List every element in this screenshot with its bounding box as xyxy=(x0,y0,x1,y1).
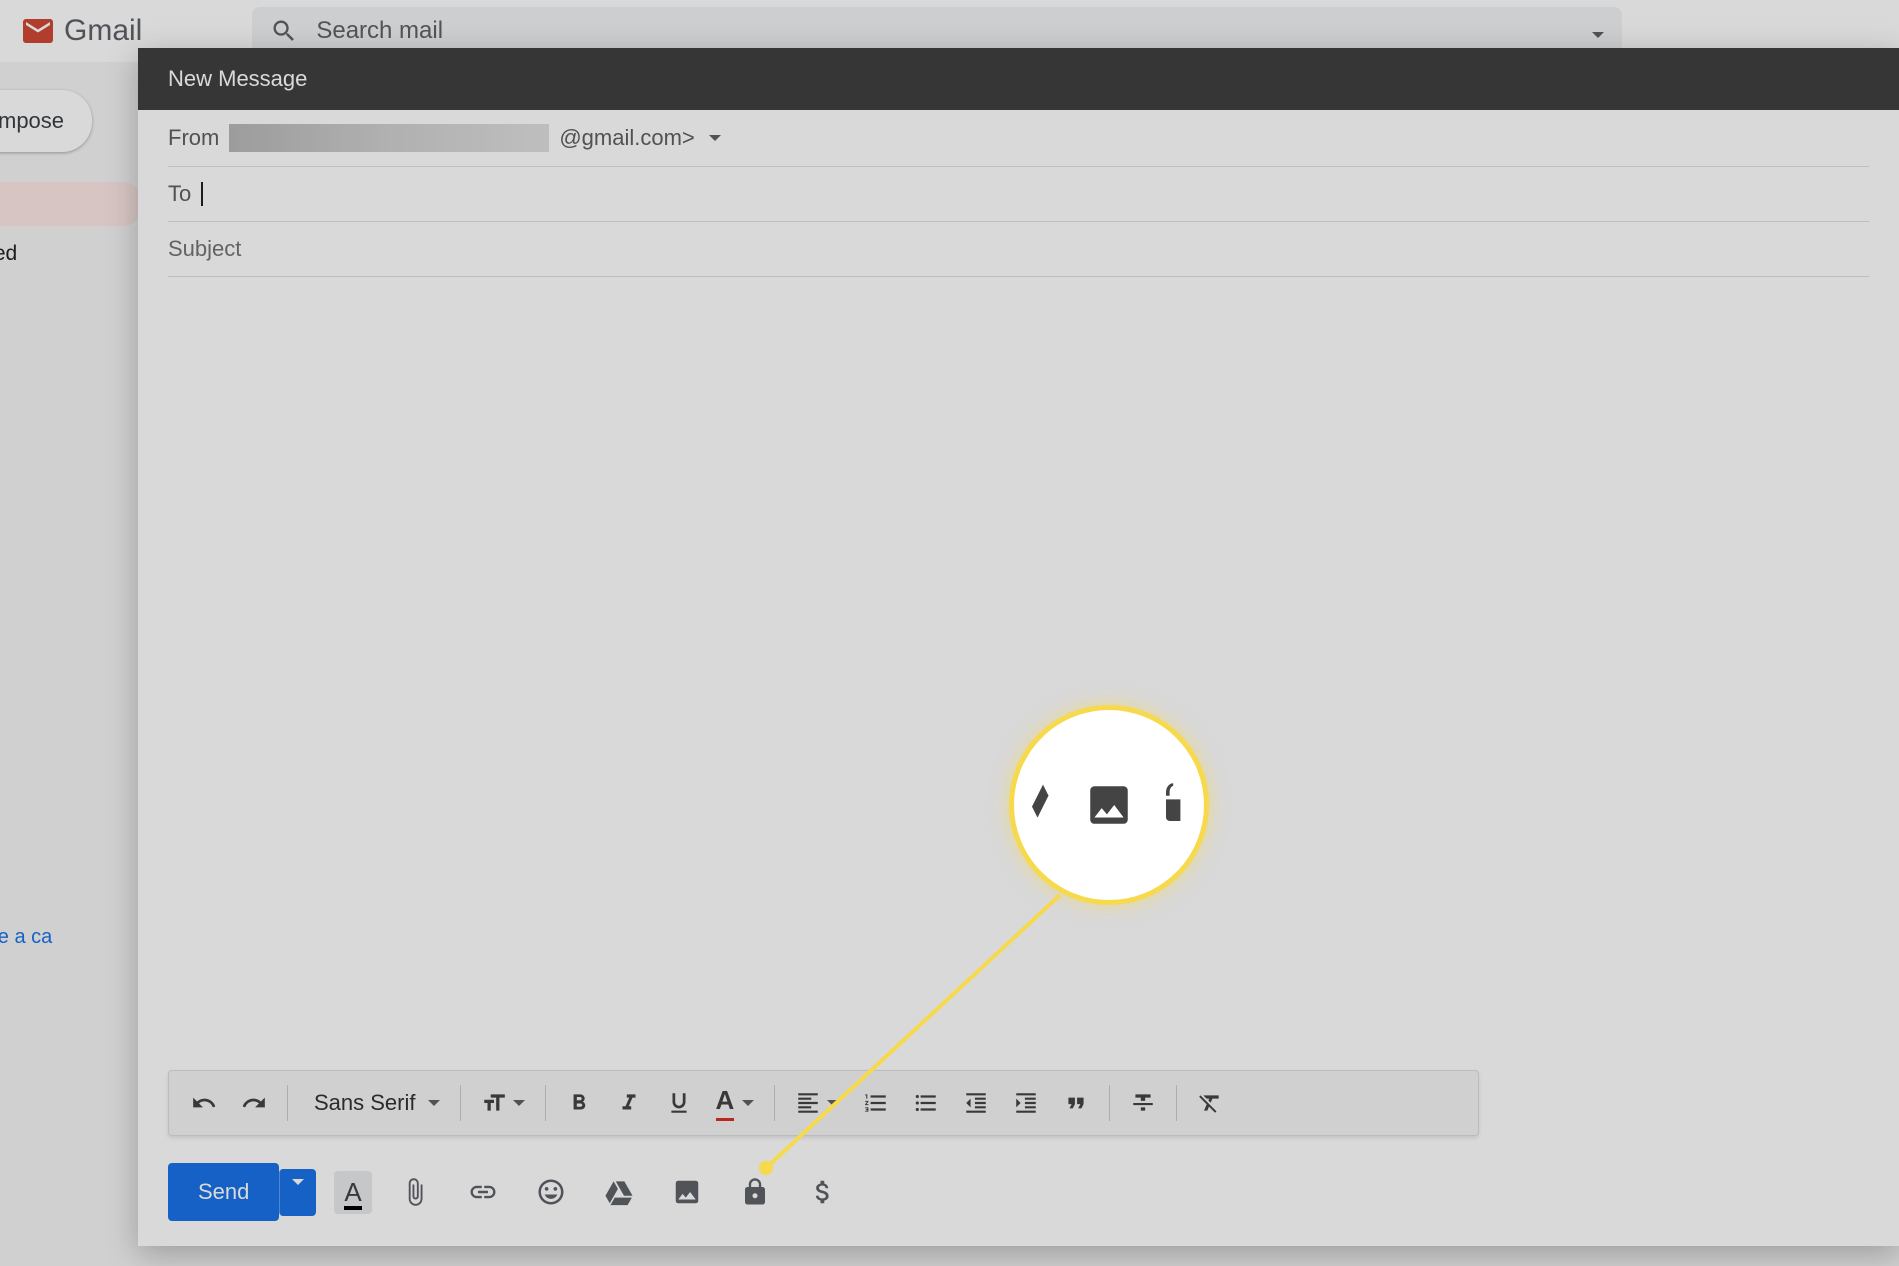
attach-file-button[interactable] xyxy=(390,1167,440,1217)
compose-button[interactable]: mpose xyxy=(0,90,92,152)
drive-icon-partial xyxy=(1032,781,1054,830)
sidebar-item-allmail[interactable]: Mail xyxy=(0,432,140,476)
align-icon xyxy=(795,1090,821,1116)
indent-less-icon xyxy=(963,1090,989,1116)
remove-format-icon xyxy=(1197,1090,1223,1116)
emoji-icon xyxy=(536,1177,566,1207)
numbered-list-button[interactable] xyxy=(855,1084,897,1122)
subject-input[interactable] xyxy=(168,236,1869,262)
italic-icon xyxy=(616,1090,642,1116)
indent-less-button[interactable] xyxy=(955,1084,997,1122)
insert-emoji-button[interactable] xyxy=(526,1167,576,1217)
bold-button[interactable] xyxy=(558,1084,600,1122)
bulleted-list-icon xyxy=(913,1090,939,1116)
font-size-button[interactable] xyxy=(473,1084,533,1122)
sidebar-item-chats[interactable]: ats xyxy=(0,282,140,326)
search-options-icon[interactable] xyxy=(1588,17,1604,45)
sidebar-item-sent[interactable]: nt xyxy=(0,332,140,376)
search-placeholder: Search mail xyxy=(316,17,443,45)
subject-field-row[interactable] xyxy=(168,222,1869,277)
money-icon xyxy=(808,1177,838,1207)
redo-button[interactable] xyxy=(233,1084,275,1122)
image-icon xyxy=(672,1177,702,1207)
bulleted-list-button[interactable] xyxy=(905,1084,947,1122)
to-label: To xyxy=(168,181,191,207)
numbered-list-icon xyxy=(863,1090,889,1116)
confidential-icon xyxy=(740,1177,770,1207)
sidebar-item-spam[interactable]: am xyxy=(0,482,140,526)
indent-more-button[interactable] xyxy=(1005,1084,1047,1122)
attach-icon xyxy=(400,1177,430,1207)
text-color-action-button[interactable]: A xyxy=(334,1171,371,1214)
from-address-redacted xyxy=(229,124,549,152)
font-size-icon xyxy=(481,1090,507,1116)
bold-icon xyxy=(566,1090,592,1116)
sidebar-item-inbox[interactable]: ox xyxy=(0,182,140,226)
search-icon xyxy=(270,17,298,45)
from-domain: @gmail.com> xyxy=(559,125,694,151)
confidential-mode-button[interactable] xyxy=(730,1167,780,1217)
font-family-dropdown[interactable]: Sans Serif xyxy=(300,1084,448,1122)
gmail-logo-icon xyxy=(20,13,56,49)
insert-image-button[interactable] xyxy=(662,1167,712,1217)
insert-drive-button[interactable] xyxy=(594,1167,644,1217)
underline-button[interactable] xyxy=(658,1084,700,1122)
highlight-dot xyxy=(759,1161,773,1175)
link-icon xyxy=(468,1177,498,1207)
undo-icon xyxy=(191,1090,217,1116)
from-dropdown-icon[interactable] xyxy=(709,135,721,141)
sidebar-item-snoozed[interactable]: oozed xyxy=(0,232,140,276)
sidebar-item-trash[interactable]: ash xyxy=(0,532,140,576)
remove-formatting-button[interactable] xyxy=(1189,1084,1231,1122)
from-field-row[interactable]: From @gmail.com> xyxy=(168,110,1869,167)
gmail-logo-text: Gmail xyxy=(64,14,142,48)
undo-button[interactable] xyxy=(183,1084,225,1122)
formatting-toolbar: Sans Serif A xyxy=(168,1070,1479,1136)
indent-more-icon xyxy=(1013,1090,1039,1116)
to-field-row[interactable]: To xyxy=(168,167,1869,222)
compose-window: New Message From @gmail.com> To Sans Ser… xyxy=(138,48,1899,1246)
insert-link-button[interactable] xyxy=(458,1167,508,1217)
insert-money-button[interactable] xyxy=(798,1167,848,1217)
strikethrough-icon xyxy=(1130,1090,1156,1116)
redo-icon xyxy=(241,1090,267,1116)
to-cursor xyxy=(201,182,203,206)
underline-icon xyxy=(666,1090,692,1116)
lock-icon-partial xyxy=(1166,781,1184,830)
gmail-logo[interactable]: Gmail xyxy=(20,13,142,49)
image-icon xyxy=(1084,780,1134,830)
send-button[interactable]: Send xyxy=(168,1163,279,1221)
italic-button[interactable] xyxy=(608,1084,650,1122)
text-color-icon: A xyxy=(344,1177,361,1208)
highlight-callout-circle xyxy=(1009,705,1209,905)
quote-icon xyxy=(1063,1090,1089,1116)
compose-title[interactable]: New Message xyxy=(138,48,1899,110)
strikethrough-button[interactable] xyxy=(1122,1084,1164,1122)
send-options-button[interactable] xyxy=(279,1169,316,1216)
make-call-link[interactable]: Make a ca xyxy=(0,916,140,959)
sidebar-item-drafts[interactable]: afts xyxy=(0,382,140,426)
quote-button[interactable] xyxy=(1055,1084,1097,1122)
text-color-button[interactable]: A xyxy=(708,1079,763,1127)
align-button[interactable] xyxy=(787,1084,847,1122)
from-label: From xyxy=(168,125,219,151)
gmail-sidebar: mpose ox oozed ats nt afts Mail am ash M… xyxy=(0,90,140,959)
compose-action-bar: Send A xyxy=(168,1163,848,1221)
drive-icon xyxy=(604,1177,634,1207)
